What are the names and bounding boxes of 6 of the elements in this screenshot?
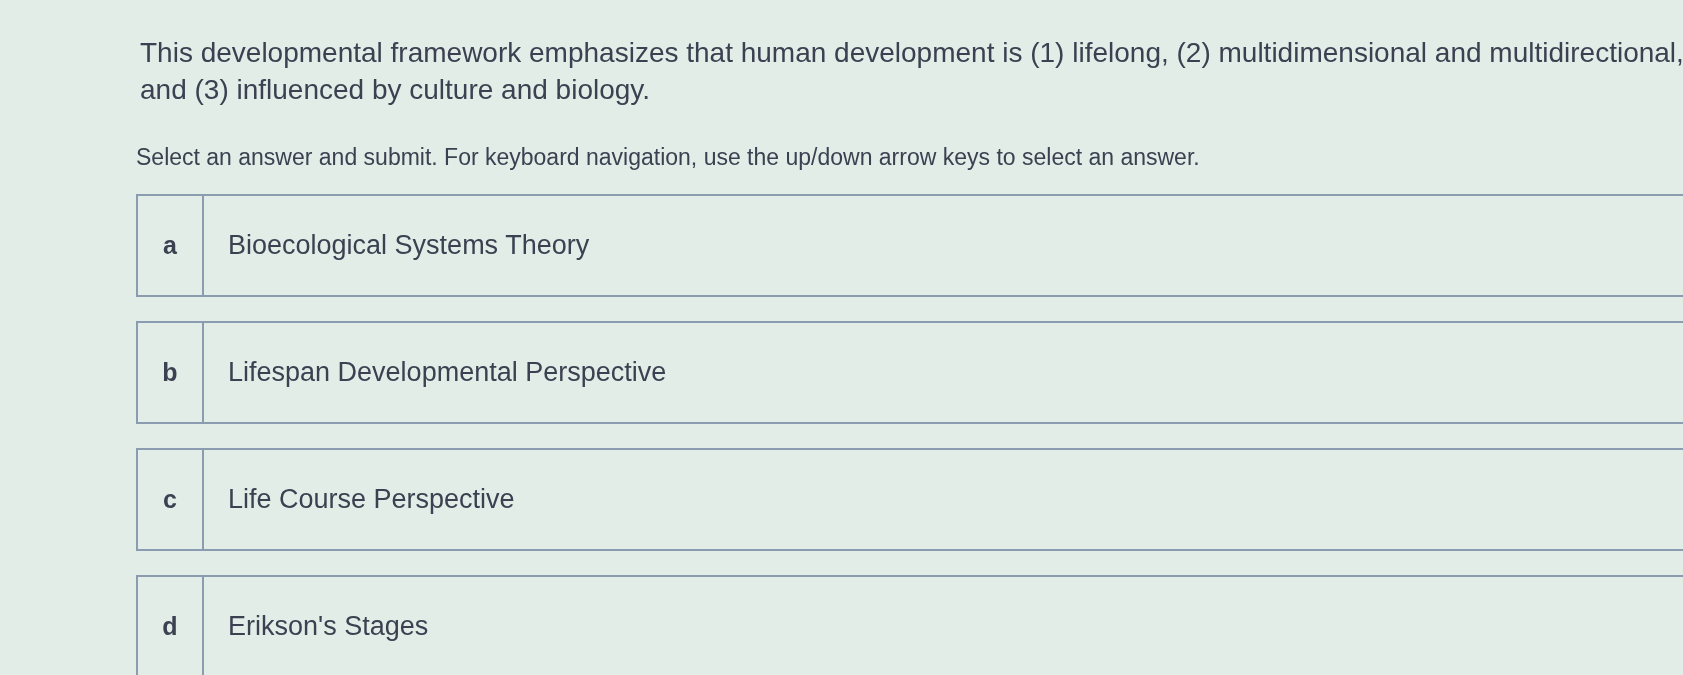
answer-option[interactable]: a Bioecological Systems Theory xyxy=(136,194,1683,297)
question-text: This developmental framework emphasizes that human development is (1) lifelong, (2) multidimensional and multidirectional, and (3) influenced by culture and biology. xyxy=(140,36,1683,107)
instruction-text: Select an answer and submit. For keyboard navigation, use the up/down arrow keys to select an answer. xyxy=(136,143,1201,172)
answer-option[interactable]: b Lifespan Developmental Perspective xyxy=(136,321,1683,424)
answer-option[interactable]: d Erikson's Stages xyxy=(136,575,1683,675)
answer-option[interactable]: c Life Course Perspective xyxy=(136,448,1683,551)
